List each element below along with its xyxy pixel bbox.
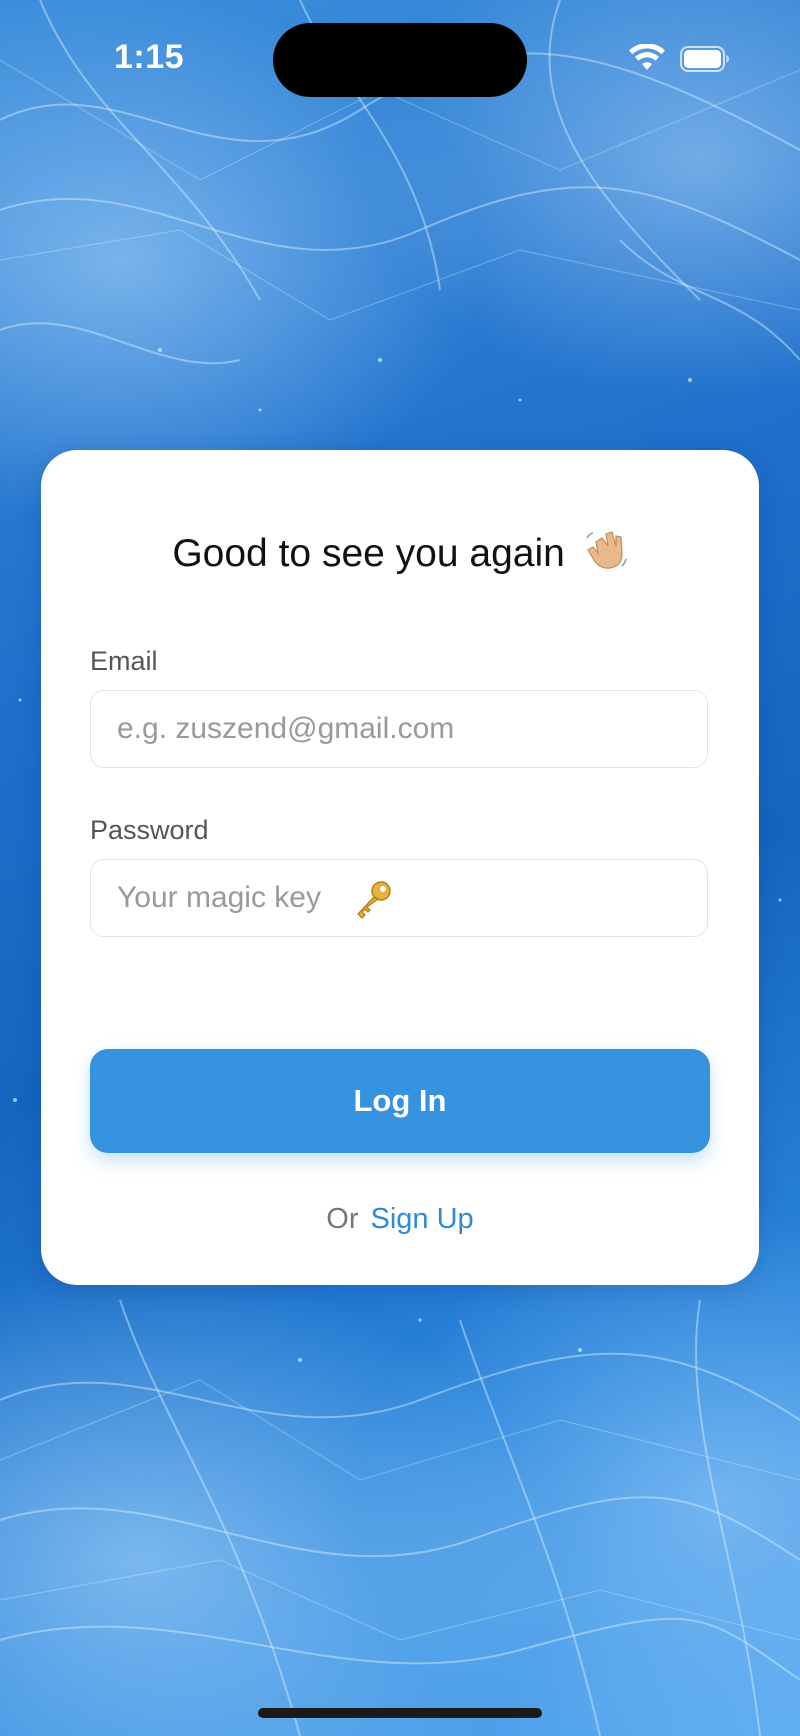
battery-icon [680, 46, 729, 72]
login-button[interactable]: Log In [90, 1049, 710, 1153]
home-indicator[interactable] [258, 1708, 542, 1718]
waving-hand-icon [585, 531, 627, 569]
key-icon [357, 881, 391, 919]
password-label: Password [90, 815, 209, 845]
login-screen: 1:15 Good to see you again Email Passwor… [0, 0, 800, 1736]
login-title: Good to see you again [0, 528, 800, 576]
signup-row: Or Sign Up [0, 1203, 800, 1236]
email-input[interactable] [90, 690, 708, 768]
status-time: 1:15 [114, 38, 185, 76]
login-title-text: Good to see you again [172, 532, 565, 575]
password-input[interactable] [90, 859, 708, 937]
signup-link[interactable]: Sign Up [371, 1203, 474, 1235]
or-text: Or [326, 1203, 359, 1235]
wifi-icon [629, 44, 665, 70]
email-label: Email [90, 646, 158, 676]
dynamic-island [273, 23, 527, 97]
